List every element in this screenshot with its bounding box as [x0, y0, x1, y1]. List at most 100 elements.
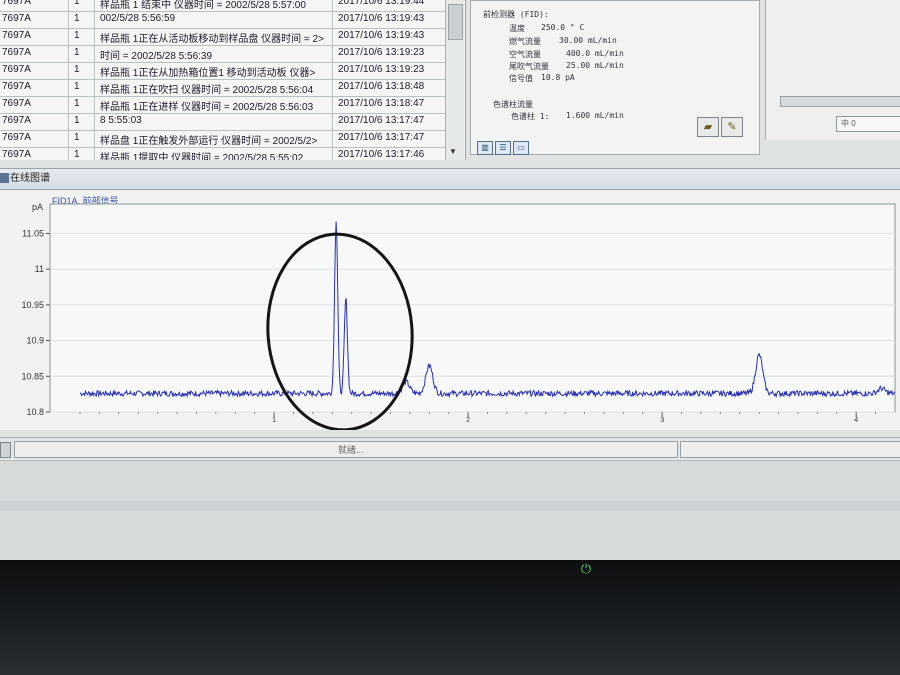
gc-software-screen: 7697A 1 样品瓶 1提取中 仪器时间 = 2002/5/28 5:55:02 2… — [0, 0, 900, 560]
log-vial-number: 1 — [74, 30, 80, 41]
fuel-flow-label: 燃气流量 — [509, 37, 541, 46]
log-vial-number: 1 — [74, 98, 80, 109]
temp-value: 250.0 ° C — [541, 23, 585, 32]
signal-label: 信号值 — [509, 74, 533, 83]
scroll-down-arrow-icon[interactable]: ▼ — [449, 147, 457, 156]
horizontal-scrollbar[interactable] — [780, 96, 900, 107]
column-value: 1.600 mL/min — [566, 111, 624, 120]
scroll-thumb[interactable] — [448, 4, 463, 40]
log-vial-number: 1 — [74, 115, 80, 126]
chromatogram-window-icon — [0, 173, 9, 183]
log-instrument-id: 7697A — [2, 30, 31, 41]
log-timestamp: 2017/10/6 13:18:47 — [338, 98, 425, 109]
y-tick-label: 11.05 — [22, 228, 44, 238]
chromatogram-panel: FID1A, 前部信号 11.05 11 10.95 10.9 10.85 10.8 pA 1 2… — [0, 190, 900, 430]
log-row[interactable]: 7697A 1 样品盘 1正在触发外部运行 仪器时间 = 2002/5/2> 2017… — [0, 130, 445, 148]
log-message: 样品瓶 1正在从加热箱位置1 移动到活动板 仪器> — [100, 68, 316, 79]
log-timestamp: 2017/10/6 13:18:48 — [338, 81, 425, 92]
y-tick-label: 10.95 — [21, 300, 44, 310]
y-tick-label: 10.8 — [26, 407, 44, 417]
makeup-flow-value: 25.00 mL/min — [566, 61, 624, 70]
log-instrument-id: 7697A — [2, 132, 31, 143]
view-list-icon[interactable]: ☰ — [495, 141, 511, 155]
status-field-secondary — [680, 441, 900, 458]
signal-value: 10.8 pA — [541, 73, 575, 82]
side-panel-field[interactable]: 中 0 — [836, 116, 900, 132]
log-vial-number: 1 — [74, 0, 80, 7]
online-chromatogram-title: 在线图谱 — [10, 173, 50, 184]
eraser-icon[interactable]: ▰ — [697, 117, 719, 137]
log-timestamp: 2017/10/6 13:17:46 — [338, 149, 425, 160]
log-timestamp: 2017/10/6 13:19:23 — [338, 47, 425, 58]
log-row[interactable]: 7697A 1 样品瓶 1正在进样 仪器时间 = 2002/5/28 5:56:03… — [0, 96, 445, 114]
log-timestamp: 2017/10/6 13:19:43 — [338, 30, 425, 41]
log-message: 时间 = 2002/5/28 5:56:39 — [100, 51, 213, 62]
log-vial-number: 1 — [74, 149, 80, 160]
log-vial-number: 1 — [74, 47, 80, 58]
log-row[interactable]: 7697A 1 8 5:55:03 2017/10/6 13:17:47 — [0, 113, 445, 131]
plot-area — [49, 203, 896, 413]
log-instrument-id: 7697A — [2, 149, 31, 160]
log-instrument-id: 7697A — [2, 0, 31, 7]
column-flow-header: 色谱柱流量 — [493, 100, 533, 109]
x-tick-label: 2 — [466, 417, 470, 424]
x-tick-label: 3 — [660, 417, 664, 424]
makeup-flow-label: 尾吹气流量 — [509, 62, 549, 71]
log-vial-number: 1 — [74, 13, 80, 24]
temp-label: 温度 — [509, 24, 525, 33]
side-panel: 中 0 — [765, 0, 900, 140]
log-message: 002/5/28 5:56:59 — [100, 13, 176, 24]
edit-icon[interactable]: ✎ — [721, 117, 743, 137]
online-chromatogram-titlebar: 在线图谱 — [0, 168, 900, 190]
column-divider — [332, 0, 333, 160]
log-instrument-id: 7697A — [2, 98, 31, 109]
status-bar: 就绪... — [0, 437, 900, 460]
log-row[interactable]: 7697A 1 时间 = 2002/5/28 5:56:39 2017/10/6 13… — [0, 45, 445, 63]
log-timestamp: 2017/10/6 13:17:47 — [338, 132, 425, 143]
log-row[interactable]: 7697A 1 样品瓶 1 结束中 仪器时间 = 2002/5/28 5:57:00… — [0, 0, 445, 12]
log-instrument-id: 7697A — [2, 47, 31, 58]
y-tick-label: 10.85 — [21, 371, 44, 381]
log-instrument-id: 7697A — [2, 13, 31, 24]
log-message: 样品瓶 1正在吹扫 仪器时间 = 2002/5/28 5:56:04 — [100, 85, 314, 96]
log-message: 样品瓶 1提取中 仪器时间 = 2002/5/28 5:55:02 — [100, 153, 304, 160]
log-message: 样品瓶 1正在进样 仪器时间 = 2002/5/28 5:56:03 — [100, 102, 314, 113]
view-single-icon[interactable]: ▭ — [513, 141, 529, 155]
column-divider — [68, 0, 69, 160]
y-tick-label: 10.9 — [26, 336, 44, 346]
air-flow-value: 400.0 mL/min — [566, 49, 624, 58]
log-vial-number: 1 — [74, 81, 80, 92]
log-row[interactable]: 7697A 1 样品瓶 1正在从加热箱位置1 移动到活动板 仪器> 2017/10/6… — [0, 62, 445, 80]
log-message: 样品盘 1正在触发外部运行 仪器时间 = 2002/5/2> — [100, 136, 318, 147]
air-flow-label: 空气流量 — [509, 50, 541, 59]
log-instrument-id: 7697A — [2, 64, 31, 75]
log-vertical-scrollbar[interactable]: ▼ — [445, 0, 464, 160]
chromatogram-chart: FID1A, 前部信号11.051110.9510.910.8510.8pA1 2… — [21, 195, 896, 430]
detector-status-panel: 前检测器 (FID): 温度 250.0 ° C 燃气流量 30.00 mL/m… — [470, 0, 760, 155]
log-timestamp: 2017/10/6 13:19:23 — [338, 64, 425, 75]
log-message: 样品瓶 1正在从活动板移动到样品盘 仪器时间 = 2> — [100, 34, 324, 45]
log-row[interactable]: 7697A 1 样品瓶 1正在从活动板移动到样品盘 仪器时间 = 2> 2017/10… — [0, 28, 445, 46]
status-text: 就绪... — [338, 445, 364, 455]
log-row[interactable]: 7697A 1 002/5/28 5:56:59 2017/10/6 13:19:43 — [0, 11, 445, 29]
y-axis-unit-label: pA — [32, 202, 43, 212]
log-row[interactable]: 7697A 1 样品瓶 1正在吹扫 仪器时间 = 2002/5/28 5:56:04… — [0, 79, 445, 97]
log-timestamp: 2017/10/6 13:19:43 — [338, 13, 425, 24]
log-row[interactable]: 7697A 1 样品瓶 1提取中 仪器时间 = 2002/5/28 5:55:02 2… — [0, 147, 445, 160]
column-divider — [94, 0, 95, 160]
log-message: 8 5:55:03 — [100, 115, 142, 126]
detector-header: 前检测器 (FID): — [483, 10, 549, 19]
lower-empty-area — [0, 460, 900, 560]
x-tick-label: 1 — [272, 417, 276, 424]
column-label: 色谱柱 1: — [511, 112, 550, 121]
log-instrument-id: 7697A — [2, 115, 31, 126]
power-icon[interactable]: ⏻ — [578, 561, 594, 577]
view-split-icon[interactable]: ▥ — [477, 141, 493, 155]
fuel-flow-value: 30.00 mL/min — [559, 36, 617, 45]
log-instrument-id: 7697A — [2, 81, 31, 92]
monitor-bezel — [0, 560, 900, 675]
log-vial-number: 1 — [74, 64, 80, 75]
panel-toggle-button[interactable] — [0, 442, 11, 458]
log-vial-number: 1 — [74, 132, 80, 143]
event-log-table: 7697A 1 样品瓶 1提取中 仪器时间 = 2002/5/28 5:55:02 2… — [0, 0, 466, 160]
